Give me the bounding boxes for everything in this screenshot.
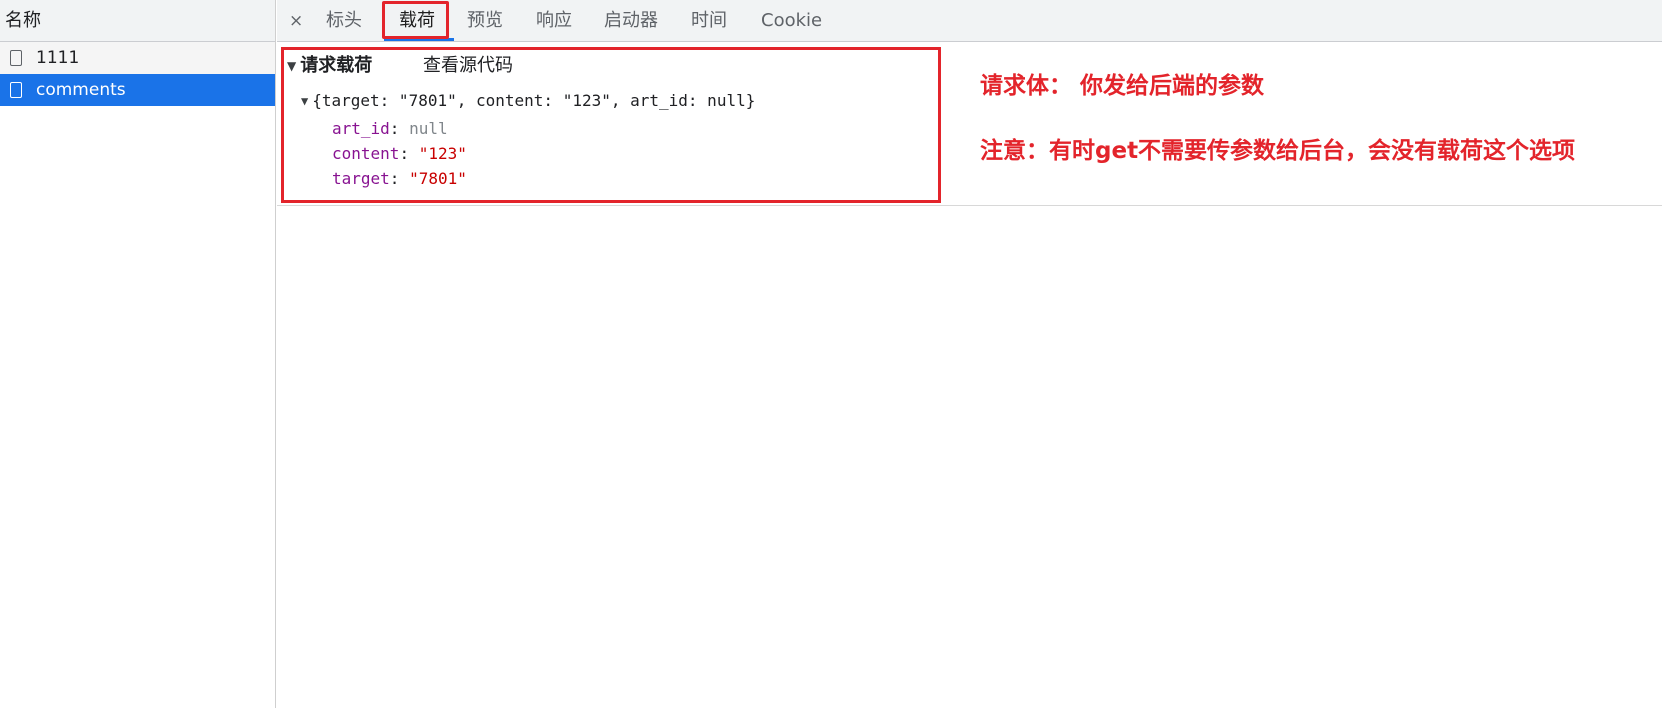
tab-cookie[interactable]: Cookie [761, 0, 822, 42]
tab-headers[interactable]: 标头 [326, 0, 362, 42]
request-row-comments[interactable]: comments [0, 74, 275, 106]
details-tabbar: × 标头 载荷 预览 响应 启动器 时间 Cookie [277, 0, 1662, 42]
tab-timing[interactable]: 时间 [691, 0, 727, 42]
annotation-request-body: 请求体： 你发给后端的参数 [980, 73, 1265, 99]
request-name: 1111 [36, 48, 80, 68]
request-details-pane: × 标头 载荷 预览 响应 启动器 时间 Cookie ▼ 请求载荷 查看源代码… [277, 0, 1662, 708]
tab-initiator[interactable]: 启动器 [604, 0, 658, 42]
request-list-pane: 名称 1111 comments [0, 0, 276, 708]
name-column-header[interactable]: 名称 [0, 0, 275, 42]
payload-panel: ▼ 请求载荷 查看源代码 ▼ {target: "7801", content:… [277, 42, 1662, 206]
document-icon [10, 82, 22, 98]
tab-highlight-box [382, 1, 449, 39]
annotation-note: 注意：有时get不需要传参数给后台，会没有载荷这个选项 [980, 138, 1576, 164]
request-name: comments [36, 80, 126, 100]
request-row-1111[interactable]: 1111 [0, 42, 275, 74]
tab-preview[interactable]: 预览 [467, 0, 503, 42]
tab-response[interactable]: 响应 [536, 0, 572, 42]
document-icon [10, 50, 22, 66]
close-icon[interactable]: × [289, 0, 303, 42]
payload-highlight-box [281, 47, 941, 203]
